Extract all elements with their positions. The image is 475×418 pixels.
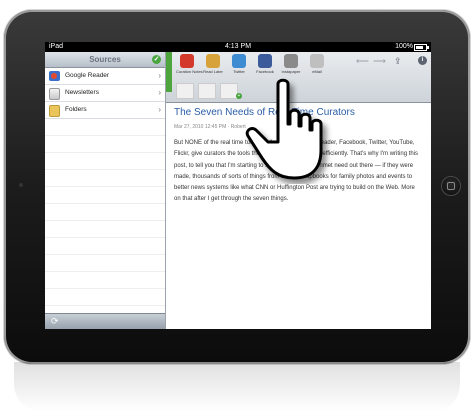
chevron-right-icon: › [158, 88, 161, 97]
sidebar-title: Sources [89, 55, 121, 64]
share-item-label: Curation Notes [176, 69, 203, 74]
share-item-label: Twitter [233, 69, 245, 74]
arrow-right-icon[interactable]: ⟶ [373, 56, 386, 67]
empty-row [45, 187, 165, 204]
empty-row [45, 153, 165, 170]
device-reflection [14, 362, 460, 412]
info-icon[interactable]: i [418, 56, 427, 65]
sidebar-footer: ⟳ [45, 313, 165, 329]
chevron-right-icon: › [158, 105, 161, 114]
share-item-facebook[interactable]: Facebook [254, 54, 276, 80]
camera [19, 183, 23, 187]
facebook-icon [258, 54, 272, 68]
share-item-email[interactable]: eMail [306, 54, 328, 80]
sources-sidebar: Sources ✓ Google Reader › Newsletters › … [45, 52, 166, 329]
share-item-label: Facebook [256, 69, 274, 74]
article-meta: Mar 27, 2010 12:45 PM · Robert [174, 124, 246, 130]
share-item-curation-notes[interactable]: Curation Notes [176, 54, 203, 80]
thumbnail[interactable] [198, 83, 216, 99]
status-bar: iPad 4:13 PM 100% [45, 42, 431, 52]
share-item-twitter[interactable]: Twitter [228, 54, 250, 80]
sidebar-item-label: Google Reader [65, 72, 110, 79]
empty-row [45, 221, 165, 238]
sidebar-item-folders[interactable]: Folders › [45, 102, 165, 119]
battery-icon [414, 44, 429, 51]
sidebar-item-google-reader[interactable]: Google Reader › [45, 68, 165, 85]
battery-percent: 100% [395, 43, 413, 50]
sidebar-item-label: Folders [65, 106, 87, 113]
empty-row [45, 170, 165, 187]
check-icon[interactable]: ✓ [152, 55, 161, 64]
green-tab-handle[interactable] [166, 52, 172, 92]
twitter-icon [232, 54, 246, 68]
folder-icon [49, 105, 60, 117]
share-item-read-later[interactable]: Read Later [202, 54, 224, 80]
empty-row [45, 238, 165, 255]
empty-row [45, 204, 165, 221]
empty-row [45, 272, 165, 289]
share-item-label: Read Later [203, 69, 223, 74]
sidebar-item-label: Newsletters [65, 89, 99, 96]
ipad-screen: iPad 4:13 PM 100% Sources ✓ Google Reade… [45, 42, 431, 329]
refresh-icon[interactable]: ⟳ [51, 316, 59, 327]
status-time: 4:13 PM [224, 43, 252, 50]
share-item-label: eMail [312, 69, 322, 74]
email-icon [310, 54, 324, 68]
share-item-label: Instapaper [281, 69, 301, 74]
read-later-icon [206, 54, 220, 68]
pointing-hand-icon [245, 78, 323, 180]
sidebar-header: Sources ✓ [45, 52, 165, 68]
share-item-instapaper[interactable]: Instapaper [280, 54, 302, 80]
arrow-left-icon[interactable]: ⟵ [356, 56, 369, 67]
chevron-right-icon: › [158, 71, 161, 80]
empty-row [45, 136, 165, 153]
curation-notes-icon [180, 54, 194, 68]
empty-row [45, 289, 165, 306]
newsletter-icon [49, 88, 60, 100]
google-reader-icon [49, 71, 60, 81]
thumbnail[interactable] [176, 83, 194, 99]
empty-row [45, 255, 165, 272]
sidebar-item-newsletters[interactable]: Newsletters › [45, 85, 165, 102]
instapaper-icon [284, 54, 298, 68]
home-button[interactable] [441, 176, 461, 196]
empty-row [45, 119, 165, 136]
share-icon[interactable]: ⇪ [394, 56, 402, 67]
